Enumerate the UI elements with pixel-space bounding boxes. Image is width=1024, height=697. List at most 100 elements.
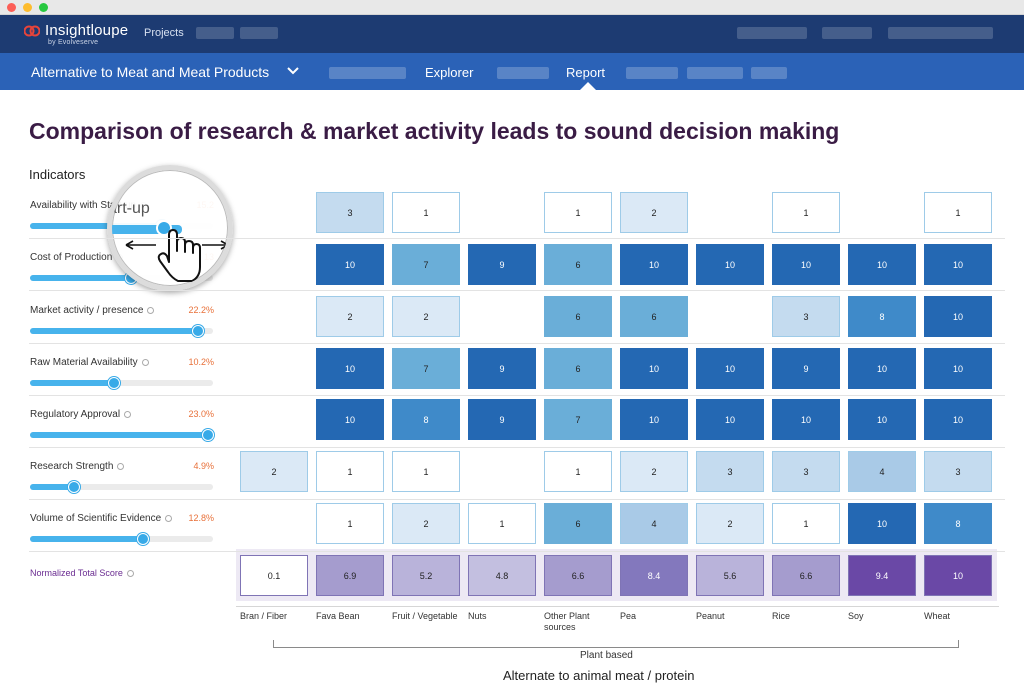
indicator-slider[interactable] — [30, 481, 213, 493]
score-cell[interactable]: 6.6 — [544, 555, 612, 596]
score-cell[interactable]: 6.9 — [316, 555, 384, 596]
tab-placeholder[interactable] — [626, 67, 678, 79]
matrix-cell[interactable]: 10 — [772, 244, 840, 285]
tab-report[interactable]: Report — [566, 65, 605, 80]
matrix-cell[interactable]: 3 — [316, 192, 384, 233]
tab-placeholder[interactable] — [751, 67, 787, 79]
matrix-cell[interactable]: 1 — [316, 451, 384, 492]
matrix-cell[interactable]: 3 — [696, 451, 764, 492]
matrix-cell[interactable]: 10 — [848, 244, 916, 285]
indicator-slider[interactable] — [30, 377, 213, 389]
minimize-window-icon[interactable] — [23, 3, 32, 12]
matrix-cell[interactable]: 10 — [924, 296, 992, 337]
matrix-cell[interactable]: 10 — [848, 503, 916, 544]
score-cell[interactable]: 8.4 — [620, 555, 688, 596]
slider-knob[interactable] — [201, 429, 214, 441]
matrix-cell[interactable]: 4 — [620, 503, 688, 544]
matrix-cell[interactable]: 10 — [848, 399, 916, 440]
matrix-cell[interactable]: 10 — [620, 244, 688, 285]
matrix-cell[interactable]: 1 — [316, 503, 384, 544]
info-icon[interactable] — [141, 358, 149, 366]
matrix-cell[interactable]: 1 — [392, 451, 460, 492]
matrix-cell[interactable]: 10 — [696, 399, 764, 440]
info-icon[interactable] — [124, 410, 132, 418]
score-cell[interactable]: 5.2 — [392, 555, 460, 596]
info-icon[interactable] — [117, 462, 125, 470]
matrix-cell[interactable]: 10 — [772, 399, 840, 440]
indicator-slider[interactable] — [30, 325, 213, 337]
chevron-down-icon[interactable] — [287, 66, 299, 76]
matrix-cell[interactable]: 2 — [620, 451, 688, 492]
tab-placeholder[interactable] — [497, 67, 549, 79]
score-cell[interactable]: 4.8 — [468, 555, 536, 596]
matrix-cell[interactable]: 10 — [696, 348, 764, 389]
tab-placeholder[interactable] — [329, 67, 406, 79]
indicator-slider[interactable] — [30, 429, 214, 441]
matrix-cell[interactable]: 9 — [468, 244, 536, 285]
close-window-icon[interactable] — [7, 3, 16, 12]
matrix-cell[interactable]: 10 — [924, 399, 992, 440]
matrix-cell[interactable]: 1 — [772, 192, 840, 233]
matrix-cell[interactable]: 2 — [240, 451, 308, 492]
matrix-cell[interactable]: 10 — [620, 399, 688, 440]
matrix-cell[interactable]: 1 — [924, 192, 992, 233]
matrix-cell[interactable]: 1 — [468, 503, 536, 544]
matrix-cell[interactable]: 10 — [848, 348, 916, 389]
slider-knob[interactable] — [192, 325, 205, 337]
info-icon[interactable] — [147, 306, 155, 314]
matrix-cell[interactable]: 10 — [924, 348, 992, 389]
score-cell[interactable]: 10 — [924, 555, 992, 596]
nav-placeholder[interactable] — [888, 27, 993, 39]
matrix-cell[interactable]: 1 — [544, 192, 612, 233]
matrix-cell[interactable]: 8 — [848, 296, 916, 337]
nav-projects[interactable]: Projects — [144, 27, 184, 39]
score-cell[interactable]: 6.6 — [772, 555, 840, 596]
matrix-cell[interactable]: 10 — [316, 348, 384, 389]
matrix-cell[interactable]: 9 — [468, 348, 536, 389]
matrix-cell[interactable]: 6 — [544, 296, 612, 337]
score-cell[interactable]: 5.6 — [696, 555, 764, 596]
matrix-cell[interactable]: 6 — [544, 244, 612, 285]
indicator-slider[interactable] — [30, 533, 213, 545]
matrix-cell[interactable]: 2 — [620, 192, 688, 233]
tab-explorer[interactable]: Explorer — [425, 65, 473, 80]
score-cell[interactable]: 9.4 — [848, 555, 916, 596]
tab-placeholder[interactable] — [687, 67, 743, 79]
matrix-cell[interactable]: 7 — [392, 244, 460, 285]
maximize-window-icon[interactable] — [39, 3, 48, 12]
matrix-cell[interactable]: 7 — [392, 348, 460, 389]
matrix-cell[interactable]: 7 — [544, 399, 612, 440]
nav-placeholder[interactable] — [822, 27, 872, 39]
matrix-cell[interactable]: 3 — [772, 451, 840, 492]
matrix-cell[interactable]: 10 — [620, 348, 688, 389]
slider-knob[interactable] — [67, 481, 80, 493]
matrix-cell[interactable]: 6 — [544, 503, 612, 544]
matrix-cell[interactable]: 2 — [392, 503, 460, 544]
matrix-cell[interactable]: 10 — [696, 244, 764, 285]
matrix-cell[interactable]: 8 — [392, 399, 460, 440]
matrix-cell[interactable]: 9 — [468, 399, 536, 440]
matrix-cell[interactable]: 10 — [924, 244, 992, 285]
matrix-cell[interactable]: 6 — [544, 348, 612, 389]
slider-knob[interactable] — [108, 377, 121, 389]
matrix-cell[interactable]: 3 — [772, 296, 840, 337]
matrix-cell[interactable]: 1 — [772, 503, 840, 544]
matrix-cell[interactable]: 10 — [316, 244, 384, 285]
project-selector[interactable]: Alternative to Meat and Meat Products — [31, 64, 269, 80]
matrix-cell[interactable]: 1 — [544, 451, 612, 492]
matrix-cell[interactable]: 10 — [316, 399, 384, 440]
slider-knob[interactable] — [137, 533, 150, 545]
matrix-cell[interactable]: 9 — [772, 348, 840, 389]
nav-placeholder[interactable] — [196, 27, 234, 39]
matrix-cell[interactable]: 1 — [392, 192, 460, 233]
matrix-cell[interactable]: 6 — [620, 296, 688, 337]
nav-placeholder[interactable] — [240, 27, 278, 39]
matrix-cell[interactable]: 8 — [924, 503, 992, 544]
info-icon[interactable] — [126, 570, 134, 578]
matrix-cell[interactable]: 3 — [924, 451, 992, 492]
matrix-cell[interactable]: 2 — [392, 296, 460, 337]
score-cell[interactable]: 0.1 — [240, 555, 308, 596]
nav-placeholder[interactable] — [737, 27, 807, 39]
matrix-cell[interactable]: 4 — [848, 451, 916, 492]
info-icon[interactable] — [165, 514, 173, 522]
